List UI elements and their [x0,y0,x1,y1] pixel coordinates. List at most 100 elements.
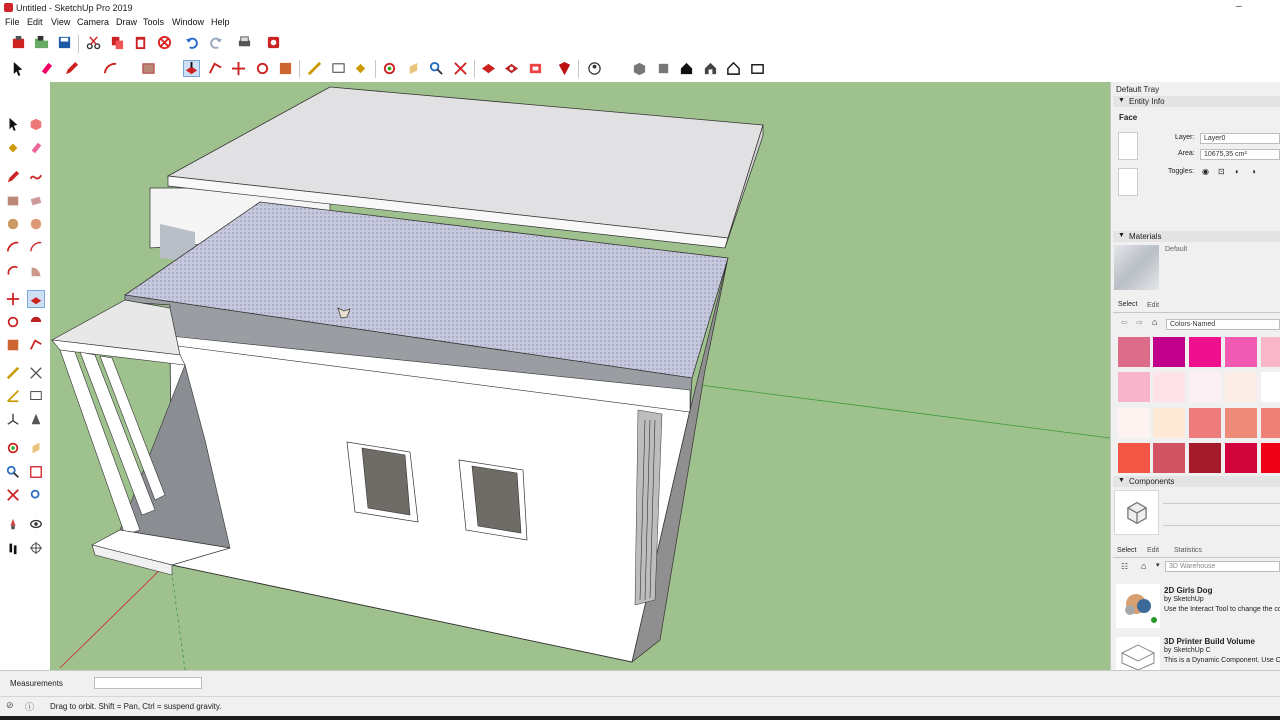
material-swatch[interactable] [1225,443,1257,473]
material-library-select[interactable]: Colors-Named [1166,319,1280,330]
undo-icon[interactable] [184,34,201,51]
front-view-icon[interactable] [678,60,695,77]
freehand-tool-icon[interactable] [27,168,45,186]
material-swatch[interactable] [1153,443,1185,473]
scale-icon[interactable] [277,60,294,77]
tape-measure-tool-icon[interactable] [4,364,22,382]
info-icon[interactable]: ⓘ [25,700,34,713]
material-swatch[interactable] [1261,408,1280,438]
select-tool-icon[interactable] [4,115,22,133]
follow-me-icon[interactable] [27,313,45,331]
iso-view-icon[interactable] [631,60,648,77]
components-tab-edit[interactable]: Edit [1147,547,1159,554]
material-swatch[interactable] [1189,337,1221,367]
move-tool-icon[interactable] [4,290,22,308]
cast-shadow-toggle-icon[interactable]: ◐ [1235,167,1240,176]
layer-select[interactable]: Layer0 [1200,133,1280,144]
pan-tool-icon[interactable] [27,439,45,457]
menu-help[interactable]: Help [211,17,230,27]
material-swatch[interactable] [1261,337,1280,367]
text-icon[interactable] [330,60,347,77]
material-swatch[interactable] [1118,408,1150,438]
rotate-icon[interactable] [254,60,271,77]
material-swatch[interactable] [1153,408,1185,438]
previous-view-icon[interactable] [27,486,45,504]
circle-tool-icon[interactable] [4,215,22,233]
material-swatch[interactable] [1225,337,1257,367]
orbit-tool-icon[interactable] [4,439,22,457]
model-info-icon[interactable] [265,34,282,51]
paste-icon[interactable] [132,34,149,51]
scale-tool-icon[interactable] [4,336,22,354]
material-swatch[interactable] [1189,408,1221,438]
copy-icon[interactable] [109,34,126,51]
offset-tool-icon[interactable] [27,336,45,354]
minimize-button[interactable]: – [1236,1,1242,12]
face-back-material-icon[interactable] [1118,168,1138,196]
zoom-extents-icon[interactable] [452,60,469,77]
erase-icon[interactable] [156,34,173,51]
tape-measure-icon[interactable] [306,60,323,77]
zoom-extents-tool-icon[interactable] [4,486,22,504]
left-view-icon[interactable] [749,60,766,77]
top-view-icon[interactable] [655,60,672,77]
rectangle-tool-icon[interactable] [4,192,22,210]
text-tool-icon[interactable] [27,387,45,405]
modeling-viewport[interactable] [50,82,1110,670]
two-point-arc-icon[interactable] [27,238,45,256]
menu-file[interactable]: File [5,17,20,27]
look-around-icon[interactable] [27,515,45,533]
new-file-icon[interactable] [10,34,27,51]
axes-tool-icon[interactable] [4,410,22,428]
cut-icon[interactable] [85,34,102,51]
eraser-tool-icon[interactable] [27,139,45,157]
make-component-icon[interactable] [27,115,45,133]
material-swatch[interactable] [1153,337,1185,367]
extension-warehouse-icon[interactable] [503,60,520,77]
redo-icon[interactable] [207,34,224,51]
zoom-window-icon[interactable] [27,463,45,481]
components-tab-select[interactable]: Select [1117,547,1136,554]
save-icon[interactable] [56,34,73,51]
lock-toggle-icon[interactable]: ⊡ [1218,167,1225,176]
home-icon[interactable]: ⌂ [1152,317,1157,327]
warehouse-search-input[interactable]: 3D Warehouse [1165,561,1280,572]
entity-info-header[interactable]: ▼ Entity Info [1113,96,1280,107]
pan-icon[interactable] [405,60,422,77]
menu-view[interactable]: View [51,17,70,27]
visibility-toggle-icon[interactable]: ◉ [1202,167,1209,176]
material-swatch[interactable] [1225,372,1257,402]
user-account-icon[interactable] [586,60,603,77]
menu-edit[interactable]: Edit [27,17,43,27]
paint-bucket-icon[interactable] [352,60,369,77]
material-swatch[interactable] [1261,372,1280,402]
select-arrow-icon[interactable] [9,60,26,77]
forward-arrow-icon[interactable]: ⇨ [1136,318,1143,327]
measurements-input[interactable] [94,677,202,689]
offset-icon[interactable] [207,60,224,77]
pie-tool-icon[interactable] [27,262,45,280]
extension-manager-icon[interactable] [556,60,573,77]
print-icon[interactable] [236,34,253,51]
push-pull-tool-icon[interactable] [27,290,45,308]
materials-tab-select[interactable]: Select [1118,301,1137,308]
material-swatch[interactable] [1118,337,1150,367]
back-arrow-icon[interactable]: ⇦ [1121,318,1128,327]
house-model-drawing[interactable] [50,82,1110,670]
components-home-icon[interactable]: ⌂ [1141,561,1146,571]
receive-shadow-toggle-icon[interactable]: ◑ [1251,167,1256,176]
polygon-tool-icon[interactable] [27,215,45,233]
three-point-arc-icon[interactable] [4,262,22,280]
eraser-icon[interactable] [38,60,55,77]
face-front-material-icon[interactable] [1118,132,1138,160]
dimension-tool-icon[interactable] [27,364,45,382]
materials-header[interactable]: ▼ Materials [1113,231,1280,242]
zoom-tool-icon[interactable] [4,463,22,481]
arc-icon[interactable] [102,60,119,77]
layout-icon[interactable] [527,60,544,77]
rotated-rectangle-icon[interactable] [27,192,45,210]
zoom-icon[interactable] [428,60,445,77]
open-file-icon[interactable] [33,34,50,51]
menu-tools[interactable]: Tools [143,17,164,27]
material-swatch[interactable] [1225,408,1257,438]
